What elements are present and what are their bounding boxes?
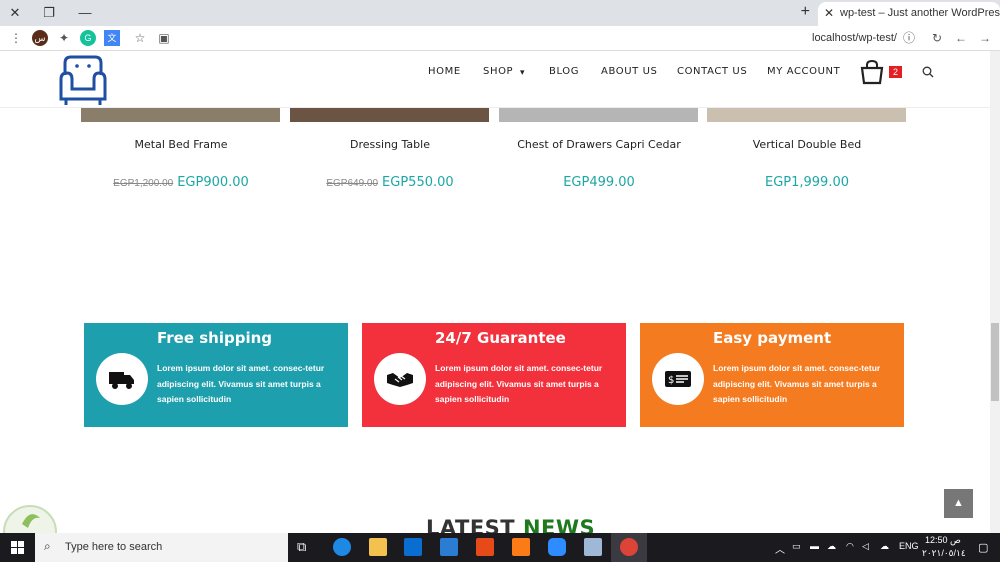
old-price: EGP1,200.00: [113, 178, 174, 189]
cloud-upload-icon[interactable]: ☁: [880, 541, 889, 552]
back-arrow-icon[interactable]: ←: [953, 30, 969, 46]
minimize-window-icon[interactable]: —: [76, 4, 94, 22]
armchair-logo-icon[interactable]: [57, 53, 109, 107]
product-price: EGP1,999.00: [707, 174, 907, 190]
nav-home[interactable]: HOME: [428, 66, 461, 77]
translate-icon[interactable]: 文: [104, 30, 120, 46]
feature-title: 24/7 Guarantee: [435, 329, 566, 347]
tray-device-icon[interactable]: ▭: [792, 541, 801, 552]
search-icon: ⌕: [44, 539, 51, 553]
back-to-top-button[interactable]: ▲: [944, 489, 973, 518]
grammarly-icon[interactable]: G: [80, 30, 96, 46]
clock-date[interactable]: ٢٠٢١/٠٥/١٤: [922, 548, 966, 559]
feature-guarantee: 24/7 Guarantee Lorem ipsum dolor sit ame…: [362, 323, 626, 427]
feature-icon-circle: [96, 353, 148, 405]
close-tab-icon[interactable]: ✕: [824, 6, 834, 20]
product-name[interactable]: Metal Bed Frame: [81, 138, 281, 151]
product-name[interactable]: Dressing Table: [290, 138, 490, 151]
windows-start-icon[interactable]: [11, 541, 24, 554]
product-image[interactable]: [499, 108, 698, 122]
language-indicator[interactable]: ENG: [899, 541, 919, 551]
site-header: HOME SHOP ▾ BLOG ABOUT US CONTACT US MY …: [0, 51, 990, 108]
new-tab-button[interactable]: +: [801, 3, 810, 21]
battery-icon[interactable]: ▬: [810, 541, 819, 551]
shopping-bag-icon[interactable]: [860, 59, 884, 85]
clock-time[interactable]: 12:50 ص: [925, 535, 961, 546]
menu-dots-icon[interactable]: ⋮: [8, 30, 24, 46]
forward-arrow-icon[interactable]: →: [977, 30, 993, 46]
volume-icon[interactable]: ◁: [862, 541, 869, 552]
task-view-icon[interactable]: ⧉: [297, 539, 306, 555]
browser-titlebar: ✕ ❐ — + ✕ wp-test – Just another WordPre…: [0, 0, 1000, 26]
payment-icon: $: [665, 371, 691, 387]
nav-contact[interactable]: CONTACT US: [677, 66, 747, 77]
notification-icon[interactable]: ▢: [978, 541, 988, 554]
product-image[interactable]: [290, 108, 489, 122]
sale-price: EGP499.00: [563, 175, 635, 190]
url-text[interactable]: localhost/wp-test/: [812, 32, 897, 44]
product-image[interactable]: [81, 108, 280, 122]
office-icon[interactable]: [476, 538, 494, 556]
feature-icon-circle: $: [652, 353, 704, 405]
search-icon[interactable]: [922, 66, 934, 78]
watermark-logo-icon: [3, 505, 57, 534]
zoom-icon[interactable]: [548, 538, 566, 556]
handshake-icon: [387, 373, 413, 387]
site-icon[interactable]: ▣: [156, 30, 172, 46]
page-scrollbar[interactable]: [990, 51, 1000, 533]
wifi-icon[interactable]: ◠: [846, 541, 854, 552]
old-price: EGP649.00: [326, 178, 379, 189]
sale-price: EGP900.00: [177, 175, 249, 190]
feature-title: Easy payment: [713, 329, 832, 347]
bookmark-star-icon[interactable]: ☆: [132, 30, 148, 46]
extensions-icon[interactable]: ✦: [56, 30, 72, 46]
windows-taskbar: ⌕ Type here to search ⧉ ︿ ▭ ▬ ☁ ◠ ◁ ☁ EN…: [0, 533, 1000, 562]
nav-account[interactable]: MY ACCOUNT: [767, 66, 840, 77]
taskbar-search-input[interactable]: ⌕ Type here to search: [35, 533, 288, 562]
edge-icon[interactable]: [333, 538, 351, 556]
reload-icon[interactable]: ↻: [929, 30, 945, 46]
close-window-icon[interactable]: ✕: [6, 4, 24, 22]
xampp-icon[interactable]: [512, 538, 530, 556]
onedrive-icon[interactable]: ☁: [827, 541, 836, 552]
chevron-down-icon[interactable]: ▾: [520, 67, 525, 78]
tab-title: wp-test – Just another WordPress: [840, 7, 1000, 19]
product-price: EGP499.00: [499, 174, 699, 190]
truck-icon: [109, 372, 134, 389]
feature-title: Free shipping: [157, 329, 273, 347]
file-explorer-icon[interactable]: [369, 538, 387, 556]
feature-text: Lorem ipsum dolor sit amet. consec-tetur…: [713, 363, 881, 404]
sale-price: EGP550.00: [382, 175, 454, 190]
cart-count-badge: 2: [889, 66, 902, 78]
svg-text:$: $: [668, 375, 674, 386]
sale-price: EGP1,999.00: [764, 175, 850, 190]
scrollbar-thumb[interactable]: [991, 323, 999, 401]
product-name[interactable]: Chest of Drawers Capri Cedar: [499, 138, 699, 151]
store-icon[interactable]: [404, 538, 422, 556]
feature-payment: $ Easy payment Lorem ipsum dolor sit ame…: [640, 323, 904, 427]
product-image[interactable]: [707, 108, 906, 122]
info-icon[interactable]: ⓘ: [901, 30, 917, 46]
product-name[interactable]: Vertical Double Bed: [707, 138, 907, 151]
profile-avatar[interactable]: س: [32, 30, 48, 46]
feature-text: Lorem ipsum dolor sit amet. consec-tetur…: [157, 363, 325, 404]
nav-shop[interactable]: SHOP: [483, 66, 513, 77]
nav-about[interactable]: ABOUT US: [601, 66, 657, 77]
feature-free-shipping: Free shipping Lorem ipsum dolor sit amet…: [84, 323, 348, 427]
restore-window-icon[interactable]: ❐: [40, 4, 58, 22]
chrome-icon[interactable]: [620, 538, 638, 556]
chevron-up-icon[interactable]: ︿: [775, 541, 785, 556]
feature-text: Lorem ipsum dolor sit amet. consec-tetur…: [435, 363, 603, 404]
search-placeholder: Type here to search: [65, 541, 163, 553]
address-bar: ⋮ س ✦ G 文 ☆ ▣ localhost/wp-test/ ⓘ ↻ ← →: [0, 26, 1000, 51]
browser-tab[interactable]: ✕ wp-test – Just another WordPress: [818, 2, 1000, 26]
product-price: EGP1,200.00 EGP900.00: [81, 174, 281, 190]
mail-icon[interactable]: [440, 538, 458, 556]
product-price: EGP649.00 EGP550.00: [290, 174, 490, 190]
nav-blog[interactable]: BLOG: [549, 66, 579, 77]
feature-icon-circle: [374, 353, 426, 405]
editor-icon[interactable]: [584, 538, 602, 556]
